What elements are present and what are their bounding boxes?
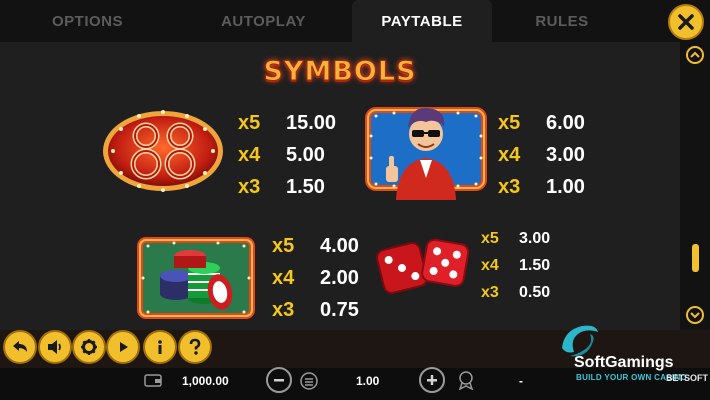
pay-row: x5 3.00 xyxy=(481,225,550,252)
paytable-chips: x5 4.00 x4 2.00 x3 0.75 xyxy=(272,230,359,326)
brand-name: SoftGamings xyxy=(574,354,674,371)
autoplay-button[interactable] xyxy=(106,330,140,364)
pay-row: x3 1.00 xyxy=(498,171,585,203)
paytable-gambler: x5 6.00 x4 3.00 x3 1.00 xyxy=(498,107,585,203)
paytable-88: x5 15.00 x4 5.00 x3 1.50 xyxy=(238,107,336,203)
multiplier: x5 xyxy=(238,111,261,134)
tab-bar: OPTIONS AUTOPLAY PAYTABLE RULES xyxy=(0,0,660,42)
help-button[interactable] xyxy=(178,330,212,364)
multiplier: x3 xyxy=(481,283,499,301)
dice-icon xyxy=(374,232,472,301)
help-icon xyxy=(189,338,201,355)
page-title: SYMBOLS xyxy=(263,56,417,88)
payout: 15.00 xyxy=(286,111,337,134)
payout: 1.50 xyxy=(519,256,551,274)
multiplier: x3 xyxy=(272,298,295,321)
close-button[interactable] xyxy=(668,4,704,40)
wallet-icon xyxy=(144,373,162,392)
tab-paytable[interactable]: PAYTABLE xyxy=(352,0,492,42)
decrease-bet-button[interactable] xyxy=(266,367,292,393)
settings-icon xyxy=(81,339,97,355)
sound-icon xyxy=(48,340,61,354)
pay-row: x3 0.75 xyxy=(272,294,359,326)
pay-row: x4 3.00 xyxy=(498,139,585,171)
pay-row: x3 1.50 xyxy=(238,171,336,203)
multiplier: x4 xyxy=(498,143,521,166)
multiplier: x3 xyxy=(498,175,521,198)
back-icon xyxy=(13,341,27,352)
payout: 0.75 xyxy=(320,298,359,321)
payout: 3.00 xyxy=(519,229,551,247)
increase-bet-button[interactable] xyxy=(419,367,445,393)
multiplier: x4 xyxy=(238,143,261,166)
win-value: - xyxy=(519,374,523,388)
payout: 1.50 xyxy=(286,175,325,198)
play-icon xyxy=(120,342,128,352)
coins-icon xyxy=(299,371,319,396)
sound-button[interactable] xyxy=(38,330,72,364)
multiplier: x5 xyxy=(481,229,499,247)
settings-button[interactable] xyxy=(72,330,106,364)
multiplier: x4 xyxy=(481,256,499,274)
pay-row: x5 4.00 xyxy=(272,230,359,262)
tab-options[interactable]: OPTIONS xyxy=(0,0,175,42)
pay-row: x5 6.00 xyxy=(498,107,585,139)
chevron-up-icon xyxy=(690,51,700,58)
multiplier: x5 xyxy=(272,234,295,257)
lucky-88-icon xyxy=(101,107,225,200)
scrollbar[interactable] xyxy=(680,42,710,330)
tab-autoplay[interactable]: AUTOPLAY xyxy=(175,0,352,42)
provider-label: BETSOFT xyxy=(666,373,708,383)
gambler-man-icon xyxy=(364,96,488,207)
payout: 1.00 xyxy=(546,175,585,198)
paytable-dice: x5 3.00 x4 1.50 x3 0.50 xyxy=(481,225,550,306)
multiplier: x5 xyxy=(498,111,521,134)
scroll-thumb[interactable] xyxy=(692,244,699,272)
multiplier: x4 xyxy=(272,266,295,289)
multiplier: x3 xyxy=(238,175,261,198)
payout: 2.00 xyxy=(320,266,359,289)
pay-row: x4 1.50 xyxy=(481,252,550,279)
pay-row: x4 5.00 xyxy=(238,139,336,171)
payout: 6.00 xyxy=(546,111,585,134)
info-button[interactable] xyxy=(143,330,177,364)
payout: 4.00 xyxy=(320,234,359,257)
plus-icon xyxy=(427,375,437,385)
scroll-up-button[interactable] xyxy=(686,46,704,64)
bet-value: 1.00 xyxy=(356,374,380,388)
chevron-down-icon xyxy=(690,312,700,319)
tab-rules[interactable]: RULES xyxy=(492,0,632,42)
casino-chips-icon xyxy=(134,232,258,325)
info-icon xyxy=(158,340,162,354)
scroll-down-button[interactable] xyxy=(686,306,704,324)
pay-row: x3 0.50 xyxy=(481,279,550,306)
payout: 5.00 xyxy=(286,143,325,166)
pay-row: x4 2.00 xyxy=(272,262,359,294)
back-button[interactable] xyxy=(3,330,37,364)
close-icon xyxy=(678,14,694,30)
win-medal-icon xyxy=(457,370,475,395)
pay-row: x5 15.00 xyxy=(238,107,336,139)
payout: 0.50 xyxy=(519,283,551,301)
paytable-panel: SYMBOLS x5 15.00 x4 5.00 x3 1.50 x5 6.00… xyxy=(0,42,680,330)
minus-icon xyxy=(274,379,284,382)
balance-value: 1,000.00 xyxy=(182,374,229,388)
payout: 3.00 xyxy=(546,143,585,166)
